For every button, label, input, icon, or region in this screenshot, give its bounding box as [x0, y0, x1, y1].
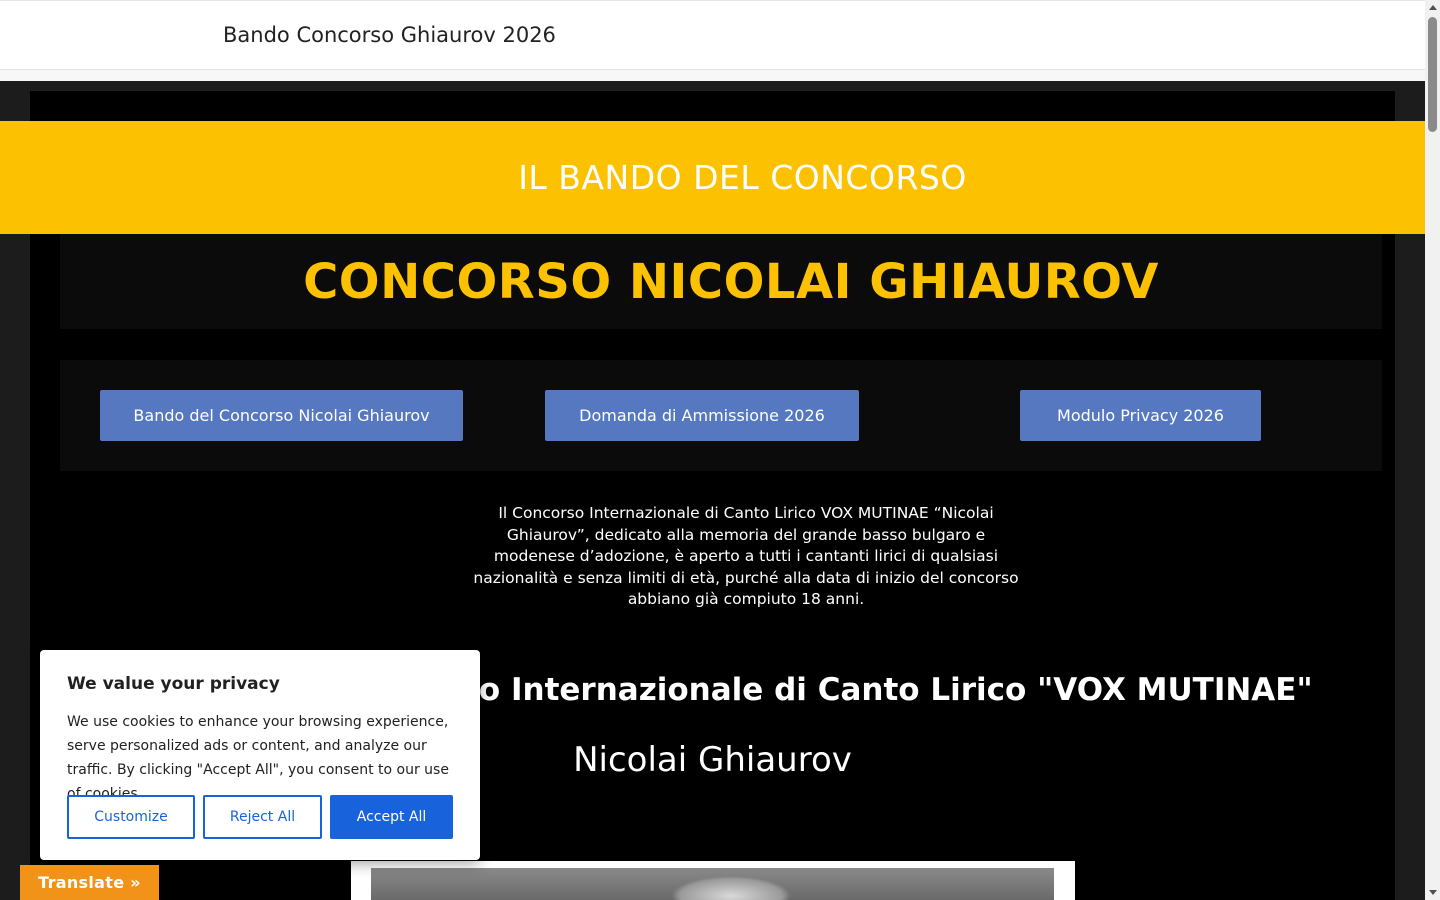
intro-text: Il Concorso Internazionale di Canto Liri… — [473, 504, 1019, 608]
domanda-button[interactable]: Domanda di Ammissione 2026 — [545, 390, 859, 441]
headline-box: CONCORSO NICOLAI GHIAUROV — [60, 234, 1382, 329]
site-header: Bando Concorso Ghiaurov 2026 — [0, 0, 1425, 70]
banner-title: IL BANDO DEL CONCORSO — [518, 158, 967, 197]
download-buttons: Bando del Concorso Nicolai Ghiaurov Doma… — [60, 360, 1382, 471]
scroll-up-arrow-icon[interactable] — [1425, 0, 1440, 15]
bando-button[interactable]: Bando del Concorso Nicolai Ghiaurov — [100, 390, 463, 441]
page-banner: IL BANDO DEL CONCORSO — [0, 121, 1425, 234]
vertical-scrollbar[interactable] — [1425, 0, 1440, 900]
header-divider — [0, 70, 1425, 81]
privacy-module-button[interactable]: Modulo Privacy 2026 — [1020, 390, 1261, 441]
cookie-description: We use cookies to enhance your browsing … — [67, 714, 449, 802]
page-headline: CONCORSO NICOLAI GHIAUROV — [303, 253, 1159, 310]
accept-all-button[interactable]: Accept All — [330, 795, 453, 839]
photo-frame — [351, 861, 1075, 900]
cookie-title: We value your privacy — [67, 674, 280, 694]
site-title[interactable]: Bando Concorso Ghiaurov 2026 — [223, 23, 556, 47]
scroll-down-arrow-icon[interactable] — [1425, 885, 1440, 900]
customize-button[interactable]: Customize — [67, 795, 195, 839]
translate-button[interactable]: Translate » — [20, 865, 159, 900]
scrollbar-thumb[interactable] — [1428, 17, 1437, 132]
cookie-consent-dialog: We value your privacy We use cookies to … — [40, 650, 480, 860]
reject-all-button[interactable]: Reject All — [203, 795, 322, 839]
ghiaurov-photo — [371, 868, 1054, 900]
